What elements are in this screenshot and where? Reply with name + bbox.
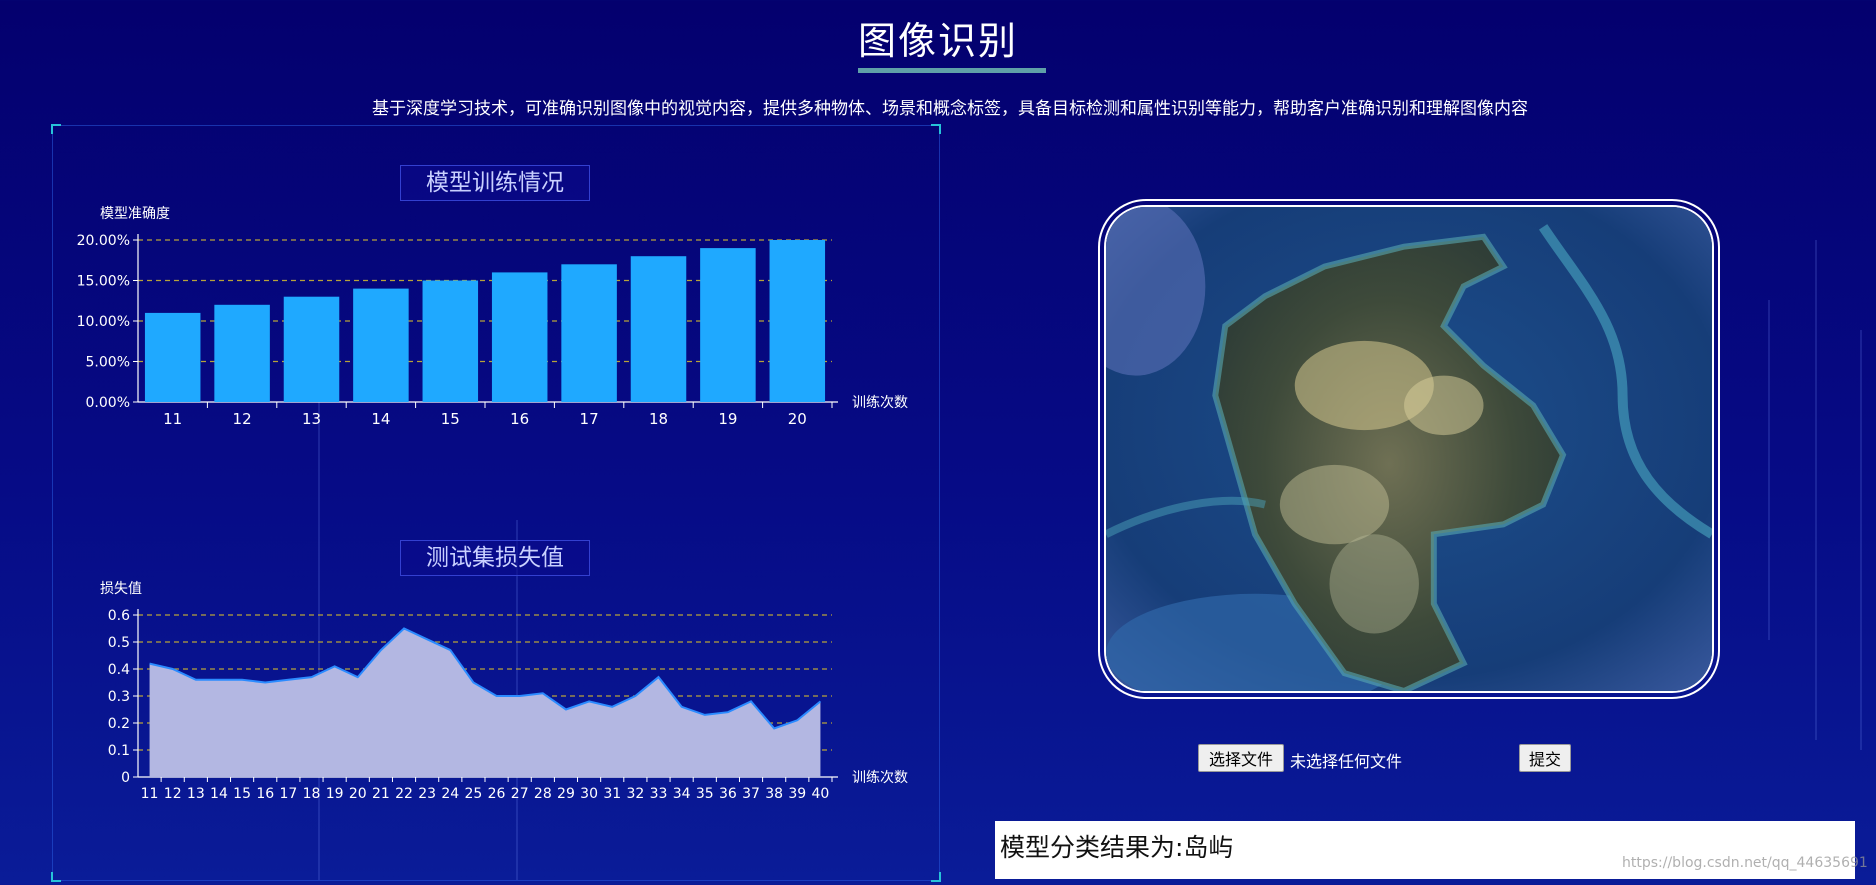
loss-chart-xtick-label: 40 xyxy=(812,786,830,802)
loss-chart-ytick-label: 0 xyxy=(121,770,130,786)
accuracy-bar xyxy=(491,272,548,402)
loss-chart-xtick-label: 32 xyxy=(626,786,644,802)
loss-chart-xtick-label: 11 xyxy=(141,786,159,802)
loss-chart-xtick-label: 16 xyxy=(256,786,274,802)
loss-chart-xtick-label: 39 xyxy=(788,786,806,802)
accuracy-chart-xlabel: 训练次数 xyxy=(852,395,908,411)
accuracy-chart-xtick-label: 18 xyxy=(649,410,668,428)
loss-chart-xtick-label: 28 xyxy=(534,786,552,802)
background-streak xyxy=(1768,300,1770,640)
accuracy-bar xyxy=(214,304,270,402)
accuracy-chart-xtick-label: 12 xyxy=(233,410,252,428)
loss-chart-ytick-label: 0.6 xyxy=(108,608,130,624)
accuracy-chart-ytick-label: 20.00% xyxy=(77,233,130,249)
loss-chart-xtick-label: 30 xyxy=(580,786,598,802)
accuracy-chart-xtick-label: 13 xyxy=(302,410,321,428)
watermark-text: https://blog.csdn.net/qq_44635691 xyxy=(1622,855,1868,871)
loss-chart-xtick-label: 17 xyxy=(279,786,297,802)
choose-file-button[interactable]: 选择文件 xyxy=(1198,744,1284,772)
accuracy-chart-xtick-label: 11 xyxy=(163,410,182,428)
loss-chart-xtick-label: 22 xyxy=(395,786,413,802)
loss-chart-xtick-label: 27 xyxy=(511,786,529,802)
loss-chart-xtick-label: 38 xyxy=(765,786,783,802)
loss-chart-xtick-label: 20 xyxy=(349,786,367,802)
loss-chart-xtick-label: 15 xyxy=(233,786,251,802)
accuracy-bar xyxy=(561,264,617,402)
loss-chart-ylabel: 损失值 xyxy=(100,581,142,597)
loss-chart-xtick-label: 18 xyxy=(303,786,321,802)
loss-chart-xtick-label: 25 xyxy=(465,786,483,802)
loss-chart-xtick-label: 13 xyxy=(187,786,205,802)
loss-chart-xtick-label: 21 xyxy=(372,786,390,802)
loss-chart-xtick-label: 26 xyxy=(488,786,506,802)
background-streak xyxy=(1860,330,1862,750)
loss-area xyxy=(149,628,821,777)
background-streak xyxy=(1815,240,1817,740)
accuracy-chart-ytick-label: 10.00% xyxy=(77,314,130,330)
accuracy-chart-ylabel: 模型准确度 xyxy=(100,206,170,222)
accuracy-chart-xtick-label: 16 xyxy=(510,410,529,428)
charts-svg: 0.00% 5.00% 10.00% 15.00% 20.00% 模型准确度训练次数 11 1… xyxy=(77,206,908,802)
loss-chart-xtick-label: 31 xyxy=(603,786,621,802)
loss-chart-xtick-label: 35 xyxy=(696,786,714,802)
island-satellite-image xyxy=(1106,207,1712,691)
loss-chart-ytick-label: 0.2 xyxy=(108,716,130,732)
loss-chart-xtick-label: 33 xyxy=(650,786,668,802)
loss-chart-xtick-label: 36 xyxy=(719,786,737,802)
loss-chart-ytick-label: 0.1 xyxy=(108,743,130,759)
accuracy-bar xyxy=(144,312,201,402)
accuracy-chart-ytick-label: 15.00% xyxy=(77,274,130,290)
loss-chart-xtick-label: 12 xyxy=(164,786,182,802)
loss-chart-ytick-label: 0.5 xyxy=(108,635,130,651)
uploaded-image-frame xyxy=(1098,199,1720,699)
loss-chart-xtick-label: 24 xyxy=(441,786,459,802)
accuracy-chart-xtick-label: 19 xyxy=(718,410,737,428)
loss-chart-xtick-label: 19 xyxy=(326,786,344,802)
loss-chart-ytick-label: 0.4 xyxy=(108,662,130,678)
accuracy-chart-ytick-label: 5.00% xyxy=(86,355,130,371)
accuracy-chart-xtick-label: 14 xyxy=(371,410,390,428)
loss-chart-xtick-label: 37 xyxy=(742,786,760,802)
loss-chart-xlabel: 训练次数 xyxy=(852,770,908,786)
accuracy-bar xyxy=(353,288,409,402)
loss-chart-xtick-label: 14 xyxy=(210,786,228,802)
file-status-text: 未选择任何文件 xyxy=(1290,752,1403,771)
loss-chart-xtick-label: 23 xyxy=(418,786,436,802)
accuracy-chart-xtick-label: 15 xyxy=(441,410,460,428)
loss-chart-ytick-label: 0.3 xyxy=(108,689,130,705)
loss-chart-xtick-label: 34 xyxy=(673,786,691,802)
submit-button[interactable]: 提交 xyxy=(1519,744,1571,772)
uploaded-image xyxy=(1104,205,1714,693)
accuracy-bar xyxy=(700,248,756,402)
accuracy-chart-xtick-label: 17 xyxy=(580,410,599,428)
accuracy-bar xyxy=(630,256,687,402)
accuracy-bar xyxy=(769,240,826,402)
accuracy-bar xyxy=(283,296,340,402)
accuracy-bar xyxy=(422,280,479,402)
loss-chart-xtick-label: 29 xyxy=(557,786,575,802)
accuracy-chart-xtick-label: 20 xyxy=(788,410,807,428)
accuracy-chart-ytick-label: 0.00% xyxy=(86,395,130,411)
